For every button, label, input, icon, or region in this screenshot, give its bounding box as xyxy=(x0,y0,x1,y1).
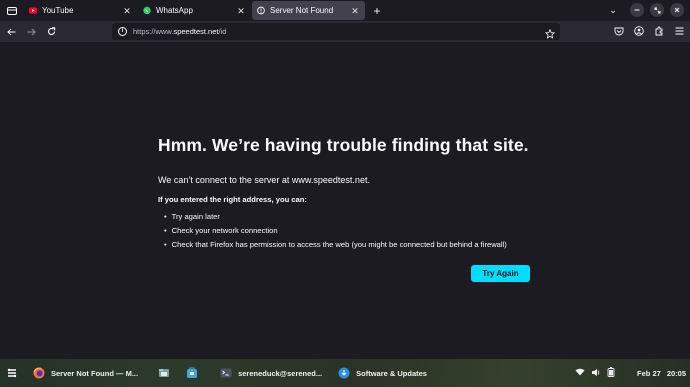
list-item: Check that Firefox has permission to acc… xyxy=(164,238,507,252)
back-arrow-icon xyxy=(6,28,15,35)
tab-strip: YouTube ✕ WhatsApp ✕ Server Not Found ✕ … xyxy=(0,0,690,21)
taskbar-item-label: sereneduck@serened... xyxy=(238,368,323,378)
tab-label: Server Not Found xyxy=(270,6,334,15)
error-suggestions-heading: If you entered the right address, you ca… xyxy=(158,195,307,204)
url-host: speedtest.net xyxy=(173,27,219,36)
site-info-icon[interactable]: i xyxy=(118,27,127,36)
new-tab-button[interactable]: + xyxy=(370,4,384,18)
taskbar-item-software-updates[interactable]: Software & Updates xyxy=(334,359,431,387)
close-tab-icon[interactable]: ✕ xyxy=(236,6,246,16)
extensions-icon[interactable] xyxy=(652,24,666,38)
reload-button[interactable] xyxy=(42,23,60,41)
url-path: /id xyxy=(218,27,227,36)
firefox-icon xyxy=(33,367,45,379)
tab-overview-button[interactable] xyxy=(0,0,24,21)
clock-time[interactable]: 20:05 xyxy=(667,369,686,378)
minimize-button[interactable] xyxy=(630,3,644,17)
forward-arrow-icon xyxy=(27,28,36,35)
store-icon xyxy=(186,367,198,379)
error-title: Hmm. We’re having trouble finding that s… xyxy=(158,135,529,155)
tab-overview-icon xyxy=(7,7,17,15)
taskbar-item-label: Server Not Found — M... xyxy=(51,368,139,378)
list-item: Try again later xyxy=(164,210,507,224)
close-window-button[interactable] xyxy=(670,3,684,17)
tab-label: WhatsApp xyxy=(156,6,193,15)
window-controls: ⌄ xyxy=(606,3,684,17)
url-text[interactable]: https://www.speedtest.net/id xyxy=(133,27,226,36)
account-icon[interactable] xyxy=(632,24,646,38)
error-page: Hmm. We’re having trouble finding that s… xyxy=(0,42,690,359)
system-tray: Feb 27 20:05 xyxy=(575,359,686,387)
warning-icon xyxy=(257,6,265,15)
files-icon xyxy=(158,367,170,379)
software-updates-icon xyxy=(338,367,350,379)
tab-server-not-found[interactable]: Server Not Found ✕ xyxy=(252,1,365,20)
clock-date[interactable]: Feb 27 xyxy=(637,369,661,378)
back-button[interactable] xyxy=(2,23,20,41)
url-bar[interactable]: i https://www.speedtest.net/id xyxy=(112,23,560,40)
close-tab-icon[interactable]: ✕ xyxy=(122,6,132,16)
try-again-button[interactable]: Try Again xyxy=(471,265,530,282)
terminal-icon xyxy=(220,367,232,379)
close-tab-icon[interactable]: ✕ xyxy=(350,6,360,16)
wifi-icon[interactable] xyxy=(575,368,585,378)
navigation-toolbar: i https://www.speedtest.net/id xyxy=(0,21,690,42)
pocket-icon[interactable] xyxy=(612,24,626,38)
error-suggestions-list: Try again later Check your network conne… xyxy=(164,210,507,252)
app-launcher-button[interactable] xyxy=(3,364,21,382)
tab-youtube[interactable]: YouTube ✕ xyxy=(24,1,137,20)
url-prefix: https://www. xyxy=(133,27,174,36)
taskbar-item-files[interactable] xyxy=(154,359,180,387)
tab-whatsapp[interactable]: WhatsApp ✕ xyxy=(138,1,251,20)
reload-icon xyxy=(47,27,55,35)
taskbar: Server Not Found — M... sereneduck@seren… xyxy=(0,359,690,387)
list-all-tabs-icon[interactable]: ⌄ xyxy=(606,3,620,17)
toolbar-right xyxy=(612,24,686,38)
error-description: We can’t connect to the server at www.sp… xyxy=(158,175,370,185)
tab-label: YouTube xyxy=(42,6,74,15)
forward-button[interactable] xyxy=(22,23,40,41)
volume-icon[interactable] xyxy=(591,368,601,379)
battery-icon[interactable] xyxy=(607,367,615,379)
launcher-icon xyxy=(7,368,17,378)
taskbar-item-label: Software & Updates xyxy=(356,368,427,378)
whatsapp-icon xyxy=(143,6,151,15)
restore-button[interactable] xyxy=(650,3,664,17)
taskbar-item-firefox[interactable]: Server Not Found — M... xyxy=(29,359,142,387)
list-item: Check your network connection xyxy=(164,224,507,238)
menu-icon[interactable] xyxy=(672,24,686,38)
youtube-icon xyxy=(29,7,37,15)
taskbar-item-store[interactable] xyxy=(182,359,208,387)
taskbar-item-terminal[interactable]: sereneduck@serened... xyxy=(216,359,326,387)
